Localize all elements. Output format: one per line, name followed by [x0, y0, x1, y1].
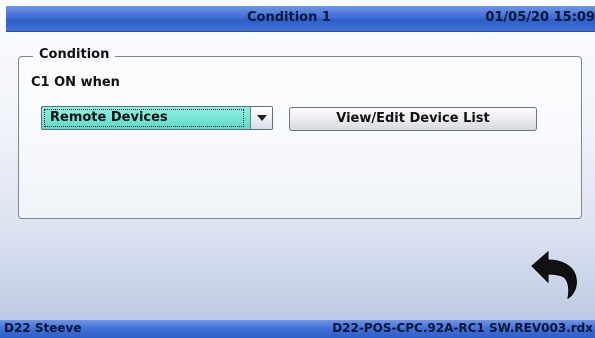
status-left-text: D22 Steeve: [4, 321, 82, 335]
status-bar: D22 Steeve D22-POS-CPC.92A-RC1 SW.REV003…: [0, 320, 595, 338]
screen-title: Condition 1: [247, 10, 331, 25]
back-arrow-icon[interactable]: [528, 248, 582, 300]
condition-group-legend: Condition: [33, 47, 116, 62]
date-time: 01/05/20 15:09: [485, 10, 595, 25]
screen: Condition 1 01/05/20 15:09 Condition C1 …: [0, 0, 595, 338]
chevron-down-icon[interactable]: [250, 107, 272, 129]
status-right-text: D22-POS-CPC.92A-RC1 SW.REV003.rdx: [332, 321, 593, 335]
condition-group: Condition C1 ON when Remote Devices View…: [18, 47, 582, 219]
condition-source-dropdown[interactable]: Remote Devices: [41, 106, 273, 130]
condition-label: C1 ON when: [31, 75, 120, 90]
view-edit-device-list-button[interactable]: View/Edit Device List: [289, 107, 537, 131]
title-bar: Condition 1 01/05/20 15:09: [6, 6, 595, 32]
dropdown-selected-value: Remote Devices: [44, 109, 244, 127]
